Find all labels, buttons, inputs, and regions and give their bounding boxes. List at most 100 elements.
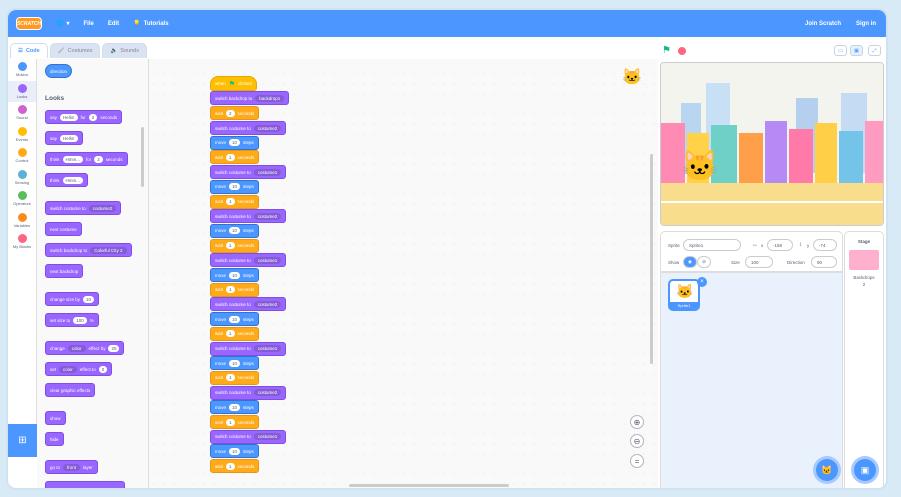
wait-block[interactable]: wait 1 seconds	[210, 326, 260, 341]
switch-costume-block[interactable]: switch costume to costume2	[210, 385, 287, 400]
wait-block[interactable]: wait 1 seconds	[210, 459, 260, 474]
say-text-input[interactable]: Hello!	[60, 113, 78, 121]
effect-dropdown[interactable]: color	[59, 365, 77, 373]
tab-sounds[interactable]: 🔈 Sounds	[102, 43, 147, 58]
edit-menu[interactable]: Edit	[108, 21, 119, 27]
switch-costume-block[interactable]: switch costume to costume1	[210, 165, 287, 180]
seconds-input[interactable]: 2	[88, 113, 98, 121]
switch-backdrop-block[interactable]: switch backdrop to Colorful City 2	[45, 243, 132, 257]
next-backdrop-block[interactable]: next backdrop	[45, 264, 84, 278]
category-events[interactable]: Events	[8, 124, 36, 146]
tab-costumes[interactable]: 🖌 Costumes	[49, 43, 101, 58]
large-stage-button[interactable]: ▣	[850, 45, 863, 56]
fullscreen-button[interactable]: ⤢	[868, 45, 881, 56]
costume-dropdown[interactable]: costume1	[253, 168, 282, 176]
wait-seconds-input[interactable]: 2	[226, 109, 235, 117]
wait-seconds-input[interactable]: 1	[226, 330, 235, 338]
backdrop-dropdown[interactable]: Colorful City 2	[90, 246, 127, 254]
steps-input[interactable]: 10	[229, 271, 241, 279]
stop-button[interactable]	[678, 47, 686, 55]
switch-costume-block[interactable]: switch costume to costume2	[45, 201, 122, 215]
tutorials-menu[interactable]: 💡 Tutorials	[133, 20, 168, 28]
script-area[interactable]: 🐱 when ⚑ clicked switch backdrop to backdro…	[149, 59, 658, 488]
show-visible-button[interactable]: ◉	[683, 256, 697, 268]
green-flag-button[interactable]: ⚑	[662, 45, 671, 56]
sprite-card[interactable]: 🐱 Sprite1 ×	[668, 277, 707, 311]
wait-seconds-input[interactable]: 1	[226, 153, 235, 161]
costume-dropdown[interactable]: costume1	[253, 345, 282, 352]
change-effect-block[interactable]: change color effect by 25	[45, 341, 125, 355]
costume-dropdown[interactable]: costume2	[253, 212, 282, 220]
category-control[interactable]: Control	[8, 145, 36, 167]
zoom-in-button[interactable]: ⊕	[630, 415, 644, 429]
move-steps-block[interactable]: move 10 steps	[210, 179, 259, 194]
costume-dropdown[interactable]: costume2	[88, 204, 117, 212]
category-my-blocks[interactable]: My Blocks	[8, 231, 36, 253]
category-variables[interactable]: Variables	[8, 210, 36, 232]
think-text-input[interactable]: Hmm...	[62, 176, 84, 184]
palette-scrollbar[interactable]	[141, 127, 144, 187]
canvas-vertical-scrollbar[interactable]	[650, 154, 653, 364]
hide-block[interactable]: hide	[45, 432, 64, 446]
hide-sprite-button[interactable]: ⊘	[697, 256, 711, 268]
move-steps-block[interactable]: move 10 steps	[210, 400, 259, 415]
wait-seconds-input[interactable]: 1	[226, 462, 235, 470]
move-steps-block[interactable]: move 10 steps	[210, 268, 259, 282]
costume-dropdown[interactable]: costume2	[253, 389, 282, 397]
wait-block[interactable]: wait 1 seconds	[210, 150, 260, 165]
next-costume-block[interactable]: next costume	[45, 222, 82, 236]
think-for-block[interactable]: think Hmm... for 2 seconds	[45, 152, 128, 166]
move-steps-block[interactable]: move 10 steps	[210, 135, 259, 150]
wait-seconds-input[interactable]: 1	[226, 242, 235, 250]
zoom-reset-button[interactable]: =	[630, 454, 644, 468]
steps-input[interactable]: 10	[229, 183, 241, 191]
sprite-name-input[interactable]: Sprite1	[683, 239, 741, 251]
category-motion[interactable]: Motion	[8, 59, 36, 81]
stage-canvas[interactable]: 🐱	[660, 62, 884, 226]
move-steps-block[interactable]: move 10 steps	[210, 312, 259, 327]
switch-costume-block[interactable]: switch costume to costume1	[210, 429, 287, 444]
say-block[interactable]: say Hello!	[45, 131, 83, 145]
move-steps-block[interactable]: move 10 steps	[210, 223, 259, 238]
wait-block[interactable]: wait 1 seconds	[210, 415, 260, 429]
steps-input[interactable]: 10	[229, 227, 241, 235]
go-to-layer-block[interactable]: go to front layer	[45, 460, 98, 474]
size-change-input[interactable]: 10	[83, 295, 95, 303]
wait-seconds-input[interactable]: 1	[226, 198, 235, 205]
costume-dropdown[interactable]: costume2	[253, 300, 282, 308]
size-input[interactable]: 100	[73, 316, 87, 324]
say-text-input[interactable]: Hello!	[60, 134, 78, 142]
switch-costume-block[interactable]: switch costume to costume1	[210, 341, 287, 356]
y-position-input[interactable]: -74	[813, 239, 837, 251]
category-sound[interactable]: Sound	[8, 102, 36, 124]
zoom-out-button[interactable]: ⊖	[630, 434, 644, 448]
effect-amount-input[interactable]: 25	[108, 344, 120, 352]
category-sensing[interactable]: Sensing	[8, 167, 36, 189]
small-stage-button[interactable]: ▭	[834, 45, 847, 56]
scratch-logo[interactable]: SCRATCH	[16, 17, 42, 30]
wait-block[interactable]: wait 2 seconds	[210, 106, 260, 120]
wait-block[interactable]: wait 1 seconds	[210, 370, 260, 385]
direction-input[interactable]: 90	[811, 256, 837, 268]
go-forward-layers-block[interactable]	[45, 481, 125, 488]
size-input[interactable]: 100	[745, 256, 773, 268]
steps-input[interactable]: 10	[229, 447, 241, 455]
category-looks[interactable]: Looks	[8, 80, 36, 102]
switch-costume-block[interactable]: switch costume to costume2	[210, 209, 287, 224]
wait-seconds-input[interactable]: 1	[226, 286, 235, 294]
when-flag-clicked-block[interactable]: when ⚑ clicked	[210, 76, 257, 91]
x-position-input[interactable]: -158	[767, 239, 793, 251]
add-extension-button[interactable]: ⊞	[8, 424, 37, 457]
stage-selector[interactable]: Stage Backdrops 2 ▣	[844, 231, 884, 488]
canvas-horizontal-scrollbar[interactable]	[349, 484, 509, 487]
direction-reporter[interactable]: direction	[45, 64, 73, 78]
costume-dropdown[interactable]: costume1	[253, 256, 282, 264]
move-steps-block[interactable]: move 10 steps	[210, 356, 259, 371]
backdrop-dropdown[interactable]: backdrop1	[255, 94, 285, 102]
steps-input[interactable]: 10	[229, 315, 241, 323]
language-menu[interactable]: 🌐 ▾	[56, 20, 70, 27]
seconds-input[interactable]: 2	[94, 155, 103, 163]
change-size-block[interactable]: change size by 10	[45, 292, 100, 306]
choose-sprite-button[interactable]: 🐱	[816, 459, 838, 481]
switch-backdrop-block[interactable]: switch backdrop to backdrop1	[210, 91, 290, 105]
